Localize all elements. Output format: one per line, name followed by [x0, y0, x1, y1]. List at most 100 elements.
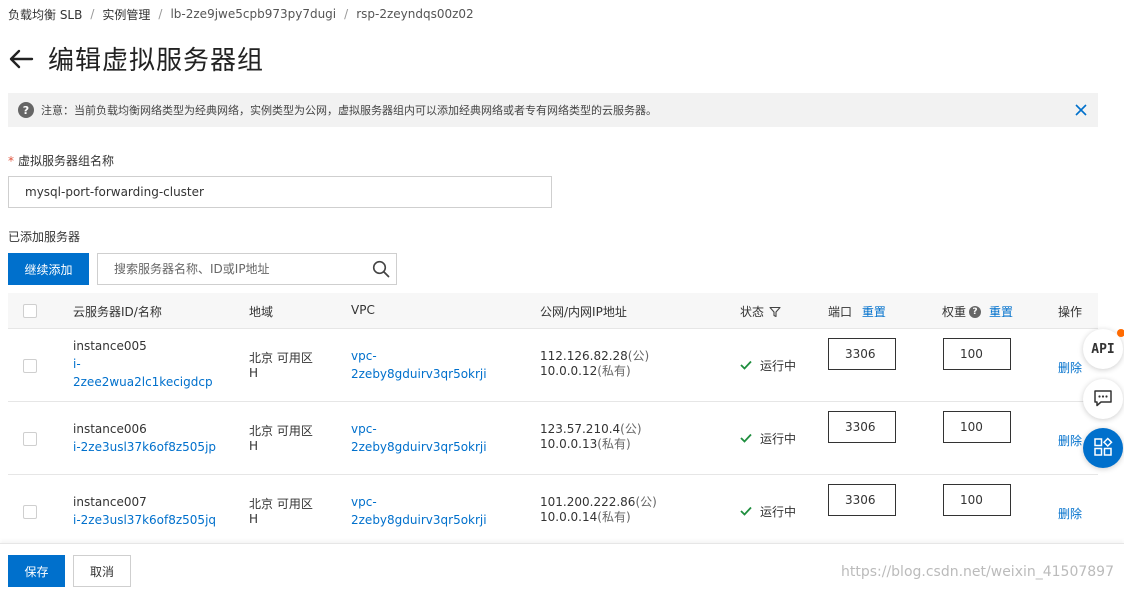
- vpc-line1[interactable]: vpc-: [351, 493, 487, 511]
- check-icon: [740, 432, 752, 446]
- breadcrumb-item-instances[interactable]: 实例管理: [102, 6, 150, 23]
- port-input[interactable]: [828, 411, 896, 443]
- instance-cell: instance005 i- 2zee2wua2lc1kecigdcp: [73, 337, 213, 391]
- close-icon[interactable]: [1072, 101, 1090, 119]
- region-cell: 北京 可用区 H: [249, 422, 313, 453]
- public-tag: (公): [635, 495, 657, 509]
- status-text: 运行中: [760, 432, 797, 446]
- help-icon[interactable]: ?: [969, 305, 982, 318]
- instance-cell: instance006 i-2ze3usl37k6of8z505jp: [73, 420, 216, 456]
- server-search: [97, 253, 397, 285]
- status-cell: 运行中: [740, 503, 796, 520]
- instance-cell: instance007 i-2ze3usl37k6of8z505jq: [73, 493, 216, 529]
- apps-icon: [1093, 436, 1113, 460]
- instance-id-line1[interactable]: i-2ze3usl37k6of8z505jq: [73, 511, 216, 529]
- status-cell: 运行中: [740, 430, 796, 447]
- group-name-label: * 虚拟服务器组名称: [8, 152, 114, 169]
- delete-link[interactable]: 删除: [1058, 505, 1082, 522]
- vpc-line1[interactable]: vpc-: [351, 347, 487, 365]
- notice-text: 注意：当前负载均衡网络类型为经典网络，实例类型为公网，虚拟服务器组内可以添加经典…: [41, 104, 657, 117]
- public-ip: 101.200.222.86: [540, 495, 636, 509]
- ip-cell: 123.57.210.4(公) 10.0.0.13(私有): [540, 422, 642, 452]
- region-line1: 北京 可用区: [249, 351, 313, 365]
- instance-name: instance007: [73, 495, 147, 509]
- group-name-input[interactable]: [8, 176, 552, 208]
- private-tag: (私有): [597, 437, 631, 451]
- breadcrumb-item-lb[interactable]: lb-2ze9jwe5cpb973py7dugi: [170, 7, 336, 21]
- delete-link[interactable]: 删除: [1058, 359, 1082, 376]
- public-ip: 112.126.82.28: [540, 349, 628, 363]
- back-arrow-icon[interactable]: [8, 47, 34, 71]
- col-region: 地域: [249, 305, 274, 319]
- row-checkbox[interactable]: [23, 505, 37, 519]
- check-icon: [740, 505, 752, 519]
- weight-input[interactable]: [943, 484, 1011, 516]
- region-line2: H: [249, 366, 259, 380]
- status-text: 运行中: [760, 505, 797, 519]
- added-servers-label: 已添加服务器: [8, 230, 81, 244]
- add-more-button[interactable]: 继续添加: [8, 253, 89, 285]
- col-vpc: VPC: [351, 303, 375, 317]
- row-checkbox[interactable]: [23, 359, 37, 373]
- col-status: 状态: [740, 303, 781, 320]
- status-cell: 运行中: [740, 357, 796, 374]
- weight-reset-link[interactable]: 重置: [989, 303, 1013, 320]
- region-cell: 北京 可用区 H: [249, 495, 313, 526]
- region-line1: 北京 可用区: [249, 424, 313, 438]
- table-row: instance007 i-2ze3usl37k6of8z505jq 北京 可用…: [8, 475, 1098, 543]
- instance-id-line1[interactable]: i-2ze3usl37k6of8z505jp: [73, 438, 216, 456]
- table-row: instance005 i- 2zee2wua2lc1kecigdcp 北京 可…: [8, 329, 1098, 402]
- group-name-label-text: 虚拟服务器组名称: [18, 154, 115, 168]
- delete-link[interactable]: 删除: [1058, 432, 1082, 449]
- cancel-button[interactable]: 取消: [73, 555, 131, 587]
- search-icon[interactable]: [366, 254, 396, 284]
- vpc-line2[interactable]: 2zeby8gduirv3qr5okrji: [351, 365, 487, 383]
- server-search-input[interactable]: [98, 254, 366, 284]
- weight-input[interactable]: [943, 411, 1011, 443]
- public-tag: (公): [620, 422, 642, 436]
- row-checkbox[interactable]: [23, 432, 37, 446]
- instance-id-line1[interactable]: i-: [73, 355, 213, 373]
- table-header: 云服务器ID/名称 地域 VPC 公网/内网IP地址 状态 端口 重置 权重 ?…: [8, 293, 1098, 329]
- public-ip: 123.57.210.4: [540, 422, 621, 436]
- ip-cell: 112.126.82.28(公) 10.0.0.12(私有): [540, 349, 649, 379]
- port-input[interactable]: [828, 484, 896, 516]
- weight-input[interactable]: [943, 338, 1011, 370]
- notice-banner: ? 注意：当前负载均衡网络类型为经典网络，实例类型为公网，虚拟服务器组内可以添加…: [8, 93, 1098, 127]
- vpc-cell: vpc- 2zeby8gduirv3qr5okrji: [351, 347, 487, 383]
- chat-button[interactable]: [1083, 379, 1123, 419]
- save-button[interactable]: 保存: [8, 555, 65, 587]
- port-input[interactable]: [828, 338, 896, 370]
- col-port: 端口 重置: [828, 303, 886, 320]
- vpc-line1[interactable]: vpc-: [351, 420, 487, 438]
- col-weight-label: 权重: [942, 305, 967, 319]
- ip-cell: 101.200.222.86(公) 10.0.0.14(私有): [540, 495, 657, 525]
- table-row: instance006 i-2ze3usl37k6of8z505jp 北京 可用…: [8, 402, 1098, 475]
- public-tag: (公): [627, 349, 650, 363]
- private-ip: 10.0.0.13: [540, 437, 598, 451]
- private-tag: (私有): [597, 364, 631, 378]
- apps-button[interactable]: [1083, 428, 1123, 468]
- filter-icon[interactable]: [769, 306, 781, 318]
- col-status-label: 状态: [740, 305, 765, 319]
- question-icon: ?: [18, 102, 34, 118]
- breadcrumb-separator: /: [90, 7, 95, 21]
- api-button[interactable]: API: [1083, 329, 1124, 369]
- col-weight: 权重 ? 重置: [942, 303, 1013, 320]
- region-line2: H: [249, 512, 259, 526]
- instance-name: instance005: [73, 339, 147, 353]
- check-icon: [740, 359, 752, 373]
- breadcrumb-item-slb[interactable]: 负载均衡 SLB: [8, 6, 82, 23]
- region-line1: 北京 可用区: [249, 497, 313, 511]
- vpc-cell: vpc- 2zeby8gduirv3qr5okrji: [351, 420, 487, 456]
- col-port-label: 端口: [828, 305, 853, 319]
- port-reset-link[interactable]: 重置: [862, 305, 886, 319]
- breadcrumb-item-rsp: rsp-2zeyndqs00z02: [356, 7, 474, 21]
- vpc-cell: vpc- 2zeby8gduirv3qr5okrji: [351, 493, 487, 529]
- breadcrumb: 负载均衡 SLB / 实例管理 / lb-2ze9jwe5cpb973py7du…: [8, 6, 474, 22]
- chat-icon: [1093, 388, 1113, 411]
- instance-id-line2[interactable]: 2zee2wua2lc1kecigdcp: [73, 373, 213, 391]
- select-all-checkbox[interactable]: [23, 304, 37, 318]
- vpc-line2[interactable]: 2zeby8gduirv3qr5okrji: [351, 438, 487, 456]
- vpc-line2[interactable]: 2zeby8gduirv3qr5okrji: [351, 511, 487, 529]
